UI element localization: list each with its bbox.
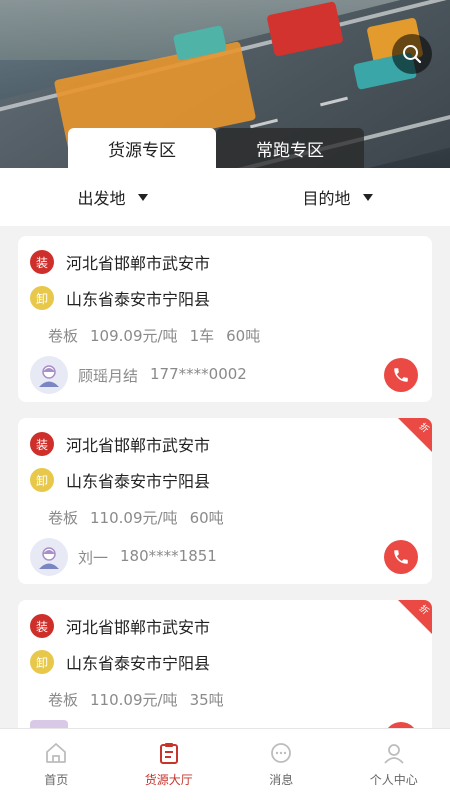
nav-item-label: 货源大厅 [144, 773, 193, 787]
load-badge: 装 [30, 614, 54, 638]
nav-item-home[interactable]: 首页 [0, 729, 113, 800]
cargo-card[interactable]: 折 装 河北省邯郸市武安市 卸 山东省泰安市宁阳县 卷板 110.09元/吨 6… [18, 418, 432, 584]
cargo-card[interactable]: 折 装 河北省邯郸市武安市 卸 山东省泰安市宁阳县 卷板 110.09元/吨 3… [18, 600, 432, 728]
contact-name: 刘一 [78, 548, 109, 567]
home-icon [46, 743, 67, 763]
nav-item-messages[interactable]: 消息 [225, 729, 338, 800]
cargo-type: 卷板 [48, 509, 79, 527]
search-button[interactable] [392, 34, 432, 74]
contact-name: 顾瑶月结 [78, 366, 139, 385]
load-place: 河北省邯郸市武安市 [66, 618, 211, 637]
caret-down-icon [137, 193, 148, 201]
unload-place: 山东省泰安市宁阳县 [66, 472, 211, 491]
load-badge: 装 [30, 432, 54, 456]
unload-badge: 卸 [30, 468, 54, 492]
nav-item-profile[interactable]: 个人中心 [338, 729, 450, 800]
contact-phone: 177****0002 [150, 364, 247, 383]
cargo-info: 卷板 109.09元/吨 1车 60吨 [48, 325, 260, 346]
unload-place: 山东省泰安市宁阳县 [66, 290, 211, 309]
unload-place: 山东省泰安市宁阳县 [66, 654, 211, 673]
phone-icon [394, 550, 408, 564]
contact-row: 刘一 180****1851 [30, 538, 217, 576]
contact-row: 顾瑶月结 177****0002 [30, 356, 247, 394]
cargo-type: 卷板 [48, 691, 79, 709]
avatar-icon [39, 547, 59, 569]
avatar [30, 720, 68, 728]
cargo-price: 109.09元/吨 [90, 327, 178, 345]
avatar [30, 356, 68, 394]
unload-row: 卸 山东省泰安市宁阳县 [30, 286, 210, 310]
cargo-weight: 60吨 [189, 509, 224, 527]
phone-icon [394, 368, 408, 382]
cargo-price: 110.09元/吨 [90, 691, 178, 709]
avatar-icon [39, 365, 59, 387]
unload-badge: 卸 [30, 286, 54, 310]
clipboard-icon [159, 743, 178, 764]
load-place: 河北省邯郸市武安市 [66, 254, 211, 273]
load-badge: 装 [30, 250, 54, 274]
zone-tabs: 货源专区 常跑专区 [68, 128, 364, 168]
cargo-weight: 60吨 [226, 327, 261, 345]
contact-phone: 180****1851 [120, 546, 217, 565]
destination-filter[interactable]: 目的地 [225, 168, 450, 226]
nav-item-label: 个人中心 [369, 773, 418, 787]
cargo-list: 装 河北省邯郸市武安市 卸 山东省泰安市宁阳县 卷板 109.09元/吨 1车 … [0, 226, 450, 728]
load-row: 装 河北省邯郸市武安市 [30, 432, 210, 456]
cargo-info: 卷板 110.09元/吨 35吨 [48, 689, 224, 710]
caret-down-icon [362, 193, 373, 201]
nav-item-cargo-hall[interactable]: 货源大厅 [113, 729, 226, 800]
origin-filter[interactable]: 出发地 [0, 168, 225, 226]
nav-item-label: 消息 [269, 773, 294, 787]
load-row: 装 河北省邯郸市武安市 [30, 614, 210, 638]
cargo-price: 110.09元/吨 [90, 509, 178, 527]
chat-icon [271, 743, 292, 763]
call-button[interactable] [384, 540, 418, 574]
call-button[interactable] [384, 358, 418, 392]
discount-corner-tag: 折 [398, 600, 432, 634]
filter-bar: 出发地 目的地 [0, 168, 450, 226]
unload-row: 卸 山东省泰安市宁阳县 [30, 650, 210, 674]
nav-item-label: 首页 [44, 773, 69, 787]
bottom-nav: 首页 货源大厅 消息 个人中心 [0, 728, 450, 800]
unload-badge: 卸 [30, 650, 54, 674]
cargo-weight: 35吨 [189, 691, 224, 709]
user-icon [384, 744, 404, 764]
cargo-info: 卷板 110.09元/吨 60吨 [48, 507, 224, 528]
cargo-type: 卷板 [48, 327, 79, 345]
tab-regular-route-zone[interactable]: 常跑专区 [216, 128, 364, 168]
contact-row [30, 720, 78, 728]
load-place: 河北省邯郸市武安市 [66, 436, 211, 455]
cargo-card[interactable]: 装 河北省邯郸市武安市 卸 山东省泰安市宁阳县 卷板 109.09元/吨 1车 … [18, 236, 432, 402]
discount-corner-tag: 折 [398, 418, 432, 452]
destination-filter-label: 目的地 [302, 189, 351, 208]
tab-cargo-zone[interactable]: 货源专区 [68, 128, 216, 168]
origin-filter-label: 出发地 [77, 189, 126, 208]
load-row: 装 河北省邯郸市武安市 [30, 250, 210, 274]
search-icon [403, 45, 422, 64]
avatar [30, 538, 68, 576]
unload-row: 卸 山东省泰安市宁阳县 [30, 468, 210, 492]
cargo-trucks: 1车 [189, 327, 215, 345]
